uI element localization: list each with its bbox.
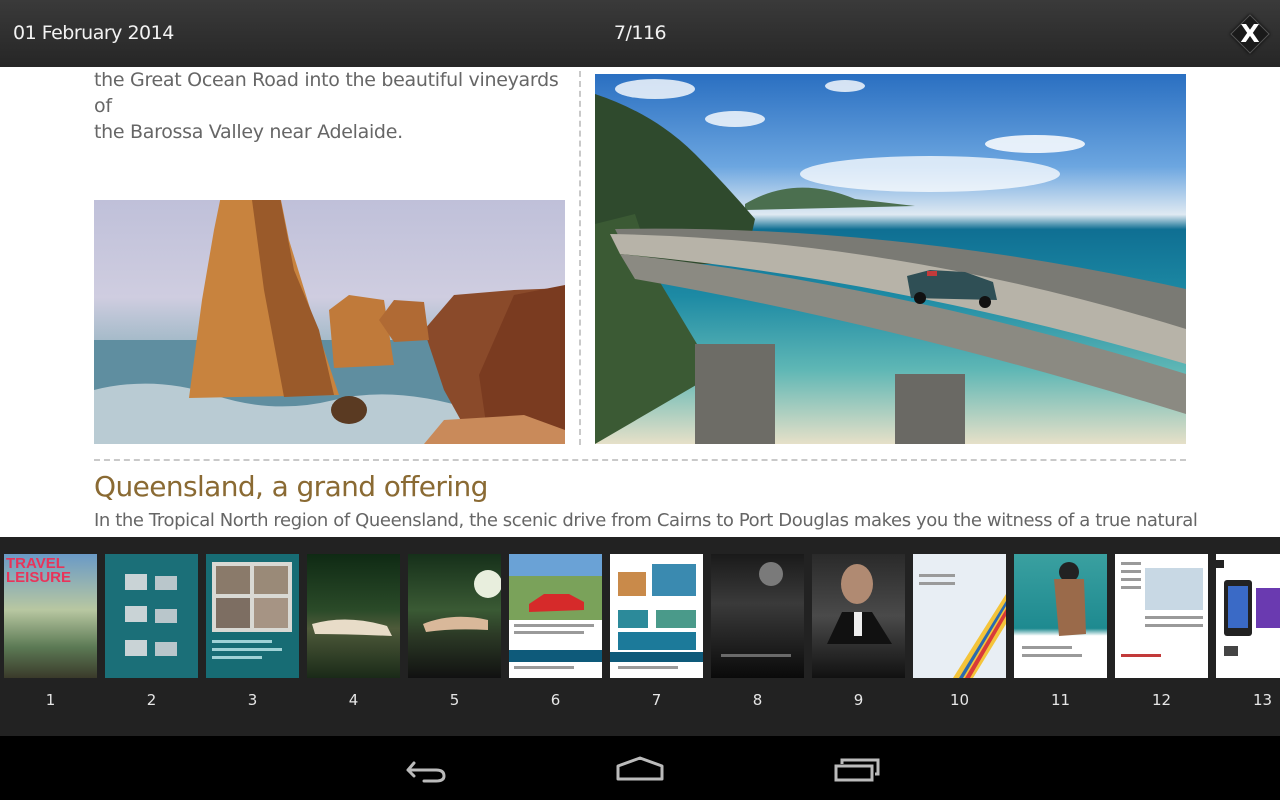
thumbnail-image [913,554,1006,678]
thumbnail-page-3[interactable] [206,554,299,678]
thumbnail-image [827,564,892,644]
thumbnail-page-8[interactable] [711,554,804,678]
thumbnail-image [721,562,791,657]
thumbnail-number: 11 [1050,691,1071,709]
magazine-page[interactable]: the Great Ocean Road into the beautiful … [0,67,1280,537]
thumbnail-image [509,554,602,669]
back-icon [406,761,446,783]
thumbnail-number: 1 [45,691,56,709]
top-bar: 01 February 2014 7/116 X [0,0,1280,67]
section-heading: Queensland, a grand offering [94,470,488,503]
thumbnail-page-4[interactable] [307,554,400,678]
close-button[interactable]: X [1230,14,1270,54]
thumbnail-number: 3 [247,691,258,709]
thumbnail-image [1216,560,1280,656]
thumbnail-number: 10 [949,691,970,709]
issue-date: 01 February 2014 [13,22,174,44]
thumbnail-page-5[interactable] [408,554,501,678]
thumbnail-page-1[interactable]: TRAVEL LEISURE [4,554,97,678]
thumbnail-number: 12 [1151,691,1172,709]
intro-line: the Great Ocean Road into the beautiful … [94,69,559,117]
thumbnail-image [423,570,501,632]
thumbnail-image [1121,562,1203,657]
home-button[interactable] [610,748,670,788]
recent-apps-button[interactable] [828,748,888,788]
thumbnail-page-11[interactable] [1014,554,1107,678]
twelve-apostles-photo [94,200,565,444]
page-thumbnail-strip[interactable]: TRAVEL LEISURE 1 2 3 4 5 6 7 8 9 10 11 1… [0,537,1280,736]
home-icon [616,756,664,781]
thumbnail-page-7[interactable] [610,554,703,678]
recent-apps-icon [834,758,880,782]
thumbnail-page-12[interactable] [1115,554,1208,678]
thumbnail-image [1022,562,1086,657]
intro-line: the Barossa Valley near Adelaide. [94,121,403,143]
thumbnail-page-13[interactable] [1216,554,1280,678]
close-icon: X [1240,19,1260,48]
thumbnail-image [610,564,703,669]
column-divider [579,71,581,445]
system-navigation-bar [0,736,1280,800]
thumbnail-page-10[interactable] [913,554,1006,678]
section-body-text: In the Tropical North region of Queensla… [94,510,1198,531]
back-button[interactable] [394,748,454,788]
thumbnail-number: 8 [752,691,763,709]
thumbnail-number: 2 [146,691,157,709]
thumbnail-number: 6 [550,691,561,709]
thumbnail-number: 13 [1252,691,1273,709]
section-divider [94,459,1186,461]
thumbnail-number: 5 [449,691,460,709]
thumbnail-number: 7 [651,691,662,709]
thumbnail-number: 4 [348,691,359,709]
sea-cliff-bridge-photo [595,74,1186,444]
page-indicator: 7/116 [613,22,667,44]
thumbnail-number: 9 [853,691,864,709]
intro-text: the Great Ocean Road into the beautiful … [94,67,564,145]
thumbnail-page-9[interactable] [812,554,905,678]
thumbnail-image [125,574,177,656]
thumbnail-page-6[interactable] [509,554,602,678]
cover-masthead: TRAVEL LEISURE [6,555,72,586]
thumbnail-image [312,619,392,636]
thumbnail-image [212,562,292,659]
thumbnail-page-2[interactable] [105,554,198,678]
